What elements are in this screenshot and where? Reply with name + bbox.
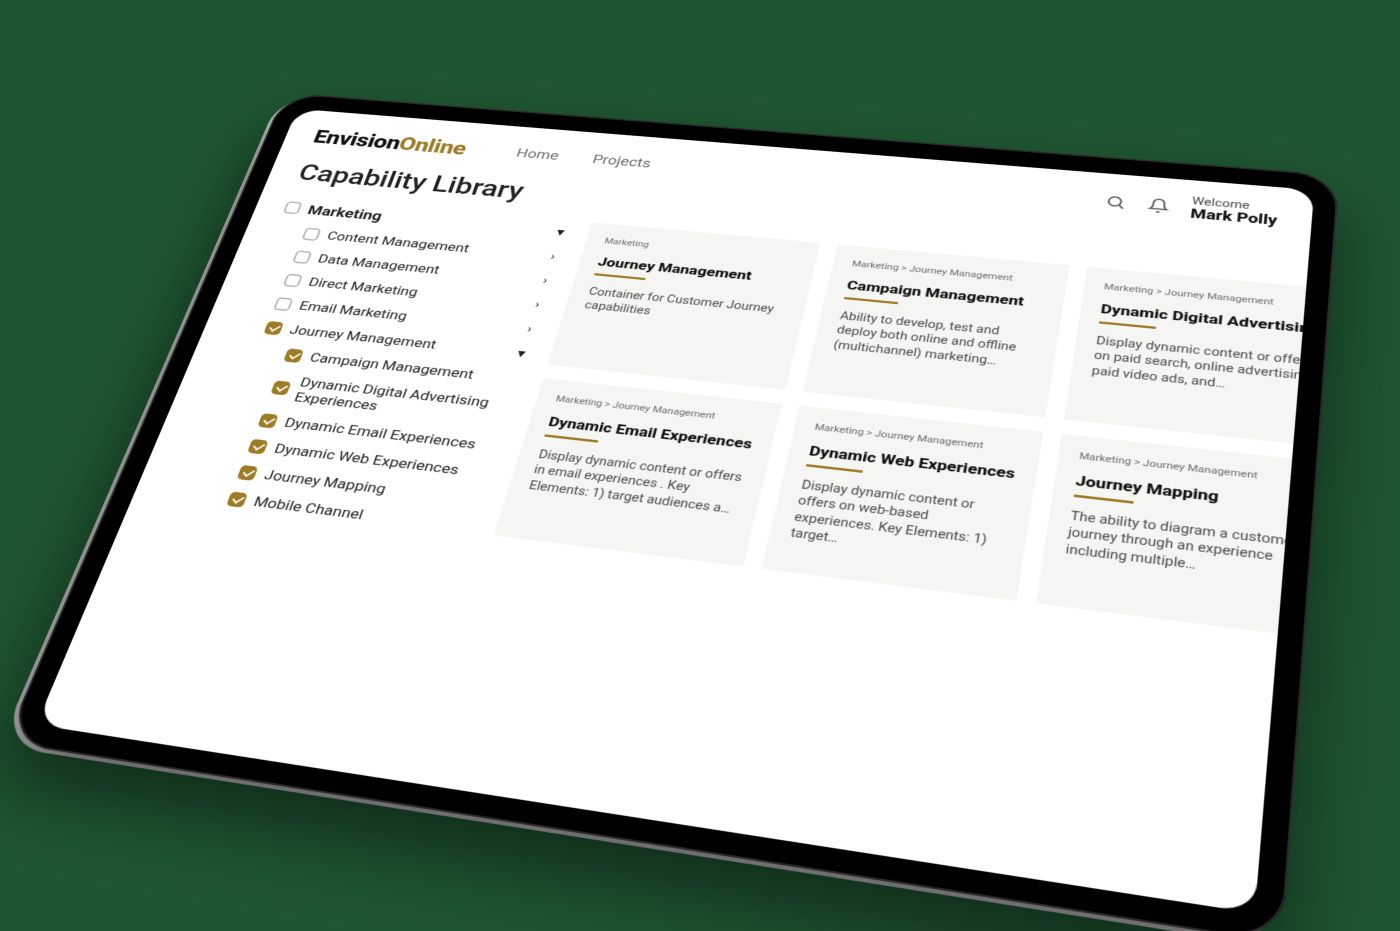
title-underline — [544, 434, 598, 442]
capability-card[interactable]: Marketing > Journey Management Dynamic W… — [762, 405, 1043, 600]
chevron-right-icon[interactable]: › — [535, 274, 555, 287]
nav-projects[interactable]: Projects — [591, 152, 653, 171]
title-underline — [806, 464, 863, 472]
card-description: Display dynamic content or offers on pai… — [1091, 334, 1307, 403]
capability-grid: Marketing Journey Management Container f… — [426, 222, 1306, 886]
card-title: Journey Mapping — [1074, 472, 1306, 517]
user-block[interactable]: Welcome Mark Polly — [1190, 196, 1279, 229]
checkbox-icon[interactable] — [283, 273, 303, 287]
search-icon[interactable] — [1104, 194, 1128, 211]
title-underline — [594, 273, 645, 280]
capability-card[interactable]: Marketing > Journey Management Journey M… — [1036, 433, 1307, 640]
capability-card[interactable]: Marketing > Journey Management Dynamic D… — [1064, 267, 1307, 449]
title-underline — [1073, 494, 1133, 503]
checkbox-icon[interactable] — [273, 297, 294, 311]
checkbox-icon[interactable] — [283, 201, 303, 214]
logo-part2: Online — [396, 133, 470, 159]
capability-tree: Marketing ▼ Content Management › Data Ma… — [81, 195, 573, 748]
capability-card[interactable]: Marketing > Journey Management Campaign … — [803, 244, 1069, 417]
checkbox-icon[interactable] — [292, 250, 312, 264]
card-breadcrumb: Marketing > Journey Management — [1079, 450, 1307, 487]
checkbox-icon[interactable] — [263, 321, 284, 335]
card-description: The ability to diagram a customer's jour… — [1064, 508, 1306, 588]
card-description: Display dynamic content or offers in ema… — [527, 447, 746, 519]
card-description: Container for Customer Journey capabilit… — [582, 285, 786, 333]
card-description: Display dynamic content or offers on web… — [789, 477, 1011, 568]
capability-card[interactable]: Marketing > Journey Management Dynamic E… — [494, 378, 782, 566]
checkbox-icon[interactable] — [257, 413, 278, 428]
nav-home[interactable]: Home — [514, 146, 560, 163]
top-nav: Home Projects — [514, 146, 652, 171]
capability-card[interactable]: Marketing Journey Management Container f… — [547, 222, 820, 389]
checkbox-icon[interactable] — [237, 465, 259, 481]
checkbox-icon[interactable] — [226, 491, 248, 507]
checkbox-icon[interactable] — [283, 348, 304, 363]
card-breadcrumb: Marketing > Journey Management — [814, 422, 1020, 455]
chevron-right-icon[interactable]: › — [519, 322, 539, 335]
caret-down-icon[interactable]: ▼ — [511, 347, 532, 361]
card-description: Ability to develop, test and deploy both… — [832, 309, 1039, 373]
caret-down-icon[interactable]: ▼ — [551, 226, 571, 239]
title-underline — [844, 297, 898, 304]
chevron-right-icon[interactable]: › — [527, 298, 547, 311]
bell-icon[interactable] — [1147, 197, 1171, 214]
chevron-right-icon[interactable]: › — [543, 250, 563, 263]
checkbox-icon[interactable] — [270, 380, 291, 395]
title-underline — [1099, 321, 1156, 328]
card-title: Dynamic Web Experiences — [808, 443, 1017, 483]
logo: EnvisionOnline — [310, 126, 469, 159]
checkbox-icon[interactable] — [301, 227, 321, 240]
logo-part1: Envision — [310, 126, 404, 154]
checkbox-icon[interactable] — [247, 439, 269, 455]
